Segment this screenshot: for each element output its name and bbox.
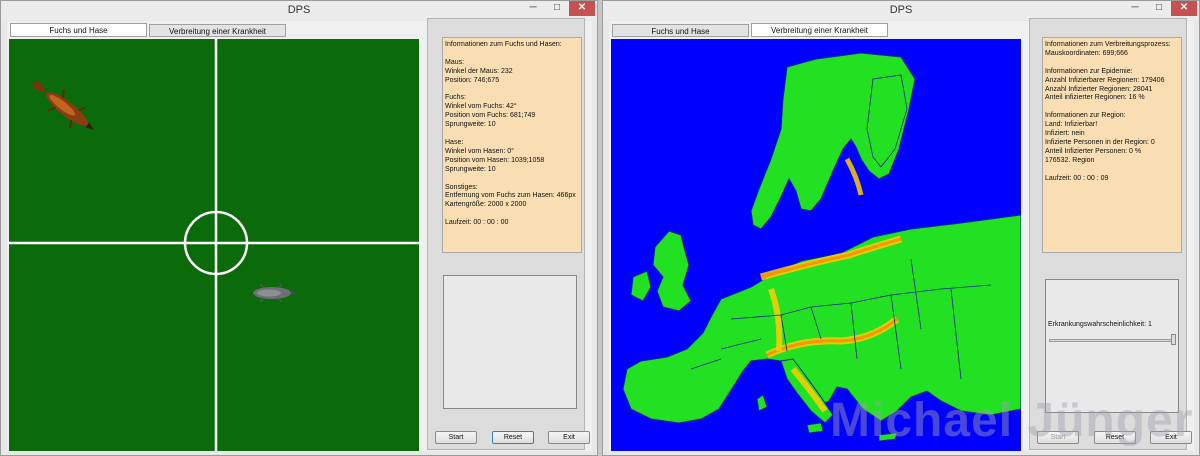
window-title: DPS [889, 4, 913, 16]
window-title: DPS [287, 4, 311, 16]
close-icon[interactable]: ✕ [1171, 1, 1197, 16]
sicily-region [806, 422, 824, 434]
infection-probability-label: Erkrankungswahrscheinlichkeit: 1 [1048, 321, 1152, 328]
empty-control-panel [443, 275, 577, 409]
tab-verbreitung-krankheit[interactable]: Verbreitung einer Krankheit [149, 24, 286, 37]
simulation-field[interactable] [9, 39, 419, 451]
epidemic-window: DPS ─ □ ✕ Fuchs und Hase Verbreitung ein… [602, 0, 1200, 456]
start-button[interactable]: Start [435, 431, 477, 444]
europe-map[interactable] [611, 39, 1021, 451]
infection-probability-slider[interactable] [1049, 339, 1175, 342]
epidemic-info-box: Informationen zum Verbreitungsprozess: M… [1042, 37, 1182, 253]
exit-button[interactable]: Exit [548, 431, 590, 444]
slider-thumb[interactable] [1171, 334, 1176, 345]
tab-verbreitung-krankheit[interactable]: Verbreitung einer Krankheit [751, 23, 888, 37]
maximize-icon[interactable]: □ [1147, 1, 1171, 16]
tab-fuchs-und-hase[interactable]: Fuchs und Hase [612, 24, 749, 37]
minimize-icon[interactable]: ─ [521, 1, 545, 16]
reset-button[interactable]: Reset [492, 431, 534, 444]
minimize-icon[interactable]: ─ [1123, 1, 1147, 16]
fox-hare-window: DPS ─ □ ✕ Fuchs und Hase Verbreitung ein… [0, 0, 598, 456]
watermark-text: Michael Jünger [830, 394, 1194, 447]
tab-fuchs-und-hase[interactable]: Fuchs und Hase [10, 23, 147, 37]
close-icon[interactable]: ✕ [569, 1, 595, 16]
grass-background [9, 39, 419, 451]
maximize-icon[interactable]: □ [545, 1, 569, 16]
fox-hare-info-box: Informationen zum Fuchs und Hasen: Maus:… [442, 37, 582, 253]
